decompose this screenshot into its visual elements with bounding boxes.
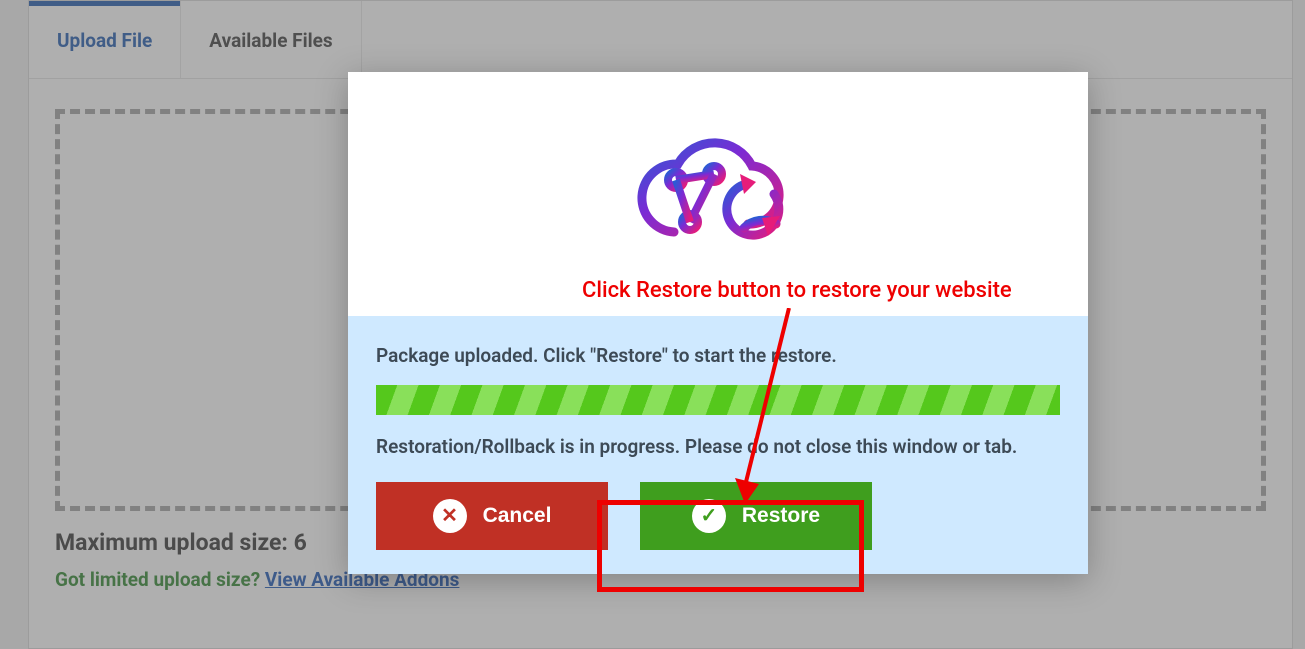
modal-body: Package uploaded. Click "Restore" to sta… [348, 316, 1088, 574]
modal-logo-area [348, 72, 1088, 316]
close-icon: ✕ [433, 499, 467, 533]
progress-bar [376, 385, 1060, 415]
cancel-button-label: Cancel [483, 504, 552, 528]
restore-modal: Package uploaded. Click "Restore" to sta… [348, 72, 1088, 574]
cloud-sync-icon [628, 124, 808, 264]
modal-buttons: ✕ Cancel ✓ Restore [376, 482, 1060, 550]
restore-button-label: Restore [742, 504, 820, 528]
uploaded-message: Package uploaded. Click "Restore" to sta… [376, 344, 1060, 367]
in-progress-message: Restoration/Rollback is in progress. Ple… [376, 433, 1060, 462]
cancel-button[interactable]: ✕ Cancel [376, 482, 608, 550]
restore-button[interactable]: ✓ Restore [640, 482, 872, 550]
check-icon: ✓ [692, 499, 726, 533]
